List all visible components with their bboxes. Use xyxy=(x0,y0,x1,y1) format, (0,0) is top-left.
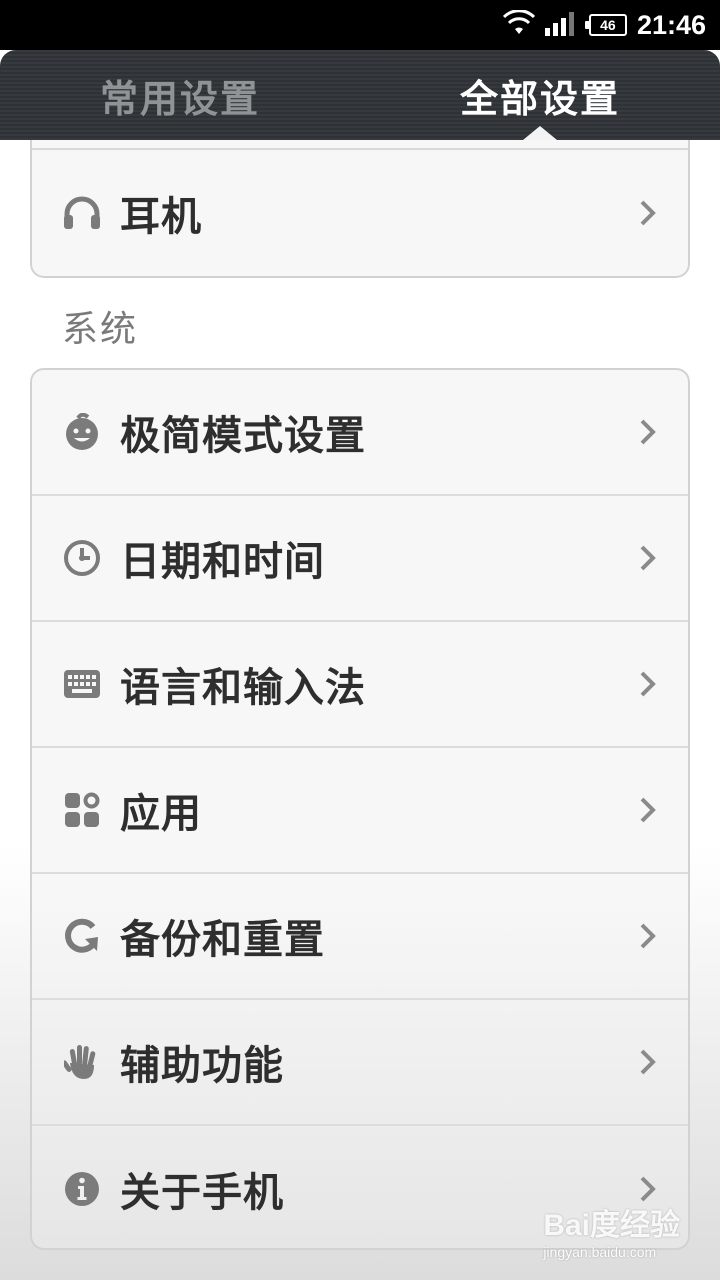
status-time: 21:46 xyxy=(636,9,706,40)
tab-all-settings[interactable]: 全部设置 xyxy=(360,50,720,140)
apps-grid-icon xyxy=(62,790,102,830)
clock-icon xyxy=(62,538,102,578)
list-item-date-time[interactable]: 日期和时间 xyxy=(32,496,688,622)
wifi-icon xyxy=(502,9,536,40)
chevron-right-icon xyxy=(636,412,660,452)
info-icon xyxy=(62,1169,102,1209)
settings-tab-bar: 常用设置 全部设置 xyxy=(0,50,720,140)
list-item-headphones[interactable]: 耳机 xyxy=(32,150,688,276)
keyboard-icon xyxy=(62,664,102,704)
chevron-right-icon xyxy=(636,538,660,578)
backup-refresh-icon xyxy=(62,916,102,956)
list-item-label: 耳机 xyxy=(120,194,202,240)
list-item-label: 语言和输入法 xyxy=(120,665,366,711)
list-item-label: 日期和时间 xyxy=(120,539,325,585)
active-tab-indicator xyxy=(523,126,557,140)
system-settings-list: 极简模式设置 日期和时间 语言和输入法 应用 备份和重置 辅助功能 关于手机 xyxy=(30,368,690,1250)
chevron-right-icon xyxy=(636,664,660,704)
list-item-accessibility[interactable]: 辅助功能 xyxy=(32,1000,688,1126)
list-item-apps[interactable]: 应用 xyxy=(32,748,688,874)
battery-icon: 46 xyxy=(584,14,627,36)
chevron-right-icon xyxy=(636,916,660,956)
tab-common-settings[interactable]: 常用设置 xyxy=(0,50,360,140)
device-settings-list: 耳机 xyxy=(30,140,690,278)
list-item-label: 极简模式设置 xyxy=(120,413,366,459)
status-bar: 46 21:46 xyxy=(0,0,720,50)
watermark-brand: Bai度经验 xyxy=(543,1209,680,1242)
baidu-jingyan-watermark: Bai度经验 jingyan.baidu.com xyxy=(543,1200,680,1260)
chevron-right-icon xyxy=(636,193,660,233)
list-item-label: 应用 xyxy=(120,791,202,837)
chevron-right-icon xyxy=(636,790,660,830)
list-divider xyxy=(32,140,688,150)
tab-all-settings-label: 全部设置 xyxy=(459,76,620,121)
headphones-icon xyxy=(62,193,102,233)
list-item-simple-mode[interactable]: 极简模式设置 xyxy=(32,370,688,496)
list-item-label: 备份和重置 xyxy=(120,917,325,963)
list-item-language-input[interactable]: 语言和输入法 xyxy=(32,622,688,748)
watermark-url: jingyan.baidu.com xyxy=(543,1244,657,1260)
section-header-system: 系统 xyxy=(62,309,139,350)
chevron-right-icon xyxy=(636,1042,660,1082)
list-item-label: 辅助功能 xyxy=(120,1043,284,1089)
hand-icon xyxy=(62,1042,102,1082)
list-item-backup-reset[interactable]: 备份和重置 xyxy=(32,874,688,1000)
signal-strength-icon xyxy=(544,10,579,40)
simple-mode-face-icon xyxy=(62,412,102,452)
